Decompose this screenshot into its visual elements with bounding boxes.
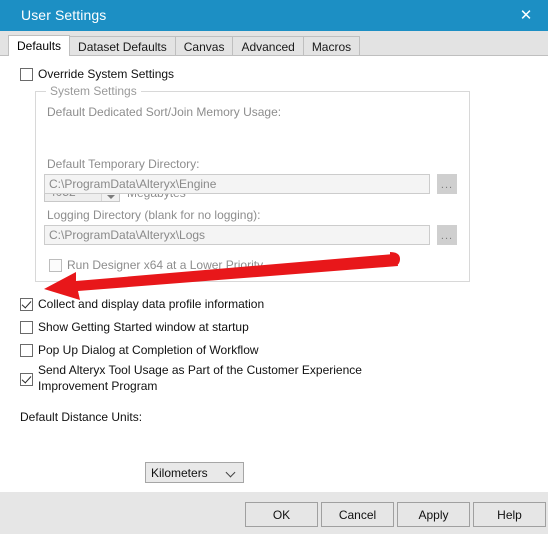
checkbox-popup-dialog-completion[interactable] bbox=[20, 344, 33, 357]
cancel-button[interactable]: Cancel bbox=[321, 502, 394, 527]
temp-directory-input[interactable]: C:\ProgramData\Alteryx\Engine bbox=[44, 174, 430, 194]
label-run-designer-lower-priority: Run Designer x64 at a Lower Priority bbox=[67, 258, 264, 272]
temp-directory-browse-button[interactable]: ... bbox=[437, 174, 457, 194]
checkbox-run-designer-lower-priority[interactable] bbox=[49, 259, 62, 272]
tab-strip: Defaults Dataset Defaults Canvas Advance… bbox=[0, 31, 548, 56]
spinner-down-icon bbox=[106, 194, 115, 199]
tab-advanced[interactable]: Advanced bbox=[232, 36, 304, 56]
label-override-system-settings: Override System Settings bbox=[38, 67, 175, 81]
tab-dataset-defaults[interactable]: Dataset Defaults bbox=[69, 36, 176, 56]
close-icon: ✕ bbox=[519, 6, 533, 24]
window-title: User Settings bbox=[21, 7, 107, 23]
user-settings-dialog: User Settings ✕ Defaults Dataset Default… bbox=[0, 0, 548, 534]
logging-directory-input[interactable]: C:\ProgramData\Alteryx\Logs bbox=[44, 225, 430, 245]
apply-button[interactable]: Apply bbox=[397, 502, 470, 527]
system-settings-group-label: System Settings bbox=[46, 84, 141, 98]
chevron-down-icon bbox=[227, 469, 236, 478]
label-logging-directory: Logging Directory (blank for no logging)… bbox=[47, 208, 261, 222]
label-temp-directory: Default Temporary Directory: bbox=[47, 157, 200, 171]
tab-macros[interactable]: Macros bbox=[302, 36, 361, 56]
label-memory-usage: Default Dedicated Sort/Join Memory Usage… bbox=[47, 105, 282, 119]
checkbox-override-system-settings[interactable] bbox=[20, 68, 33, 81]
checkbox-collect-data-profile[interactable] bbox=[20, 298, 33, 311]
label-popup-dialog-completion: Pop Up Dialog at Completion of Workflow bbox=[38, 343, 259, 357]
checkbox-show-getting-started[interactable] bbox=[20, 321, 33, 334]
checkbox-send-tool-usage[interactable] bbox=[20, 373, 33, 386]
label-show-getting-started: Show Getting Started window at startup bbox=[38, 320, 249, 334]
default-distance-units-select[interactable]: Kilometers bbox=[145, 462, 244, 483]
ok-button[interactable]: OK bbox=[245, 502, 318, 527]
title-bar: User Settings ✕ bbox=[0, 0, 548, 31]
default-distance-units-value: Kilometers bbox=[151, 466, 208, 480]
tab-defaults[interactable]: Defaults bbox=[8, 35, 71, 56]
tab-canvas[interactable]: Canvas bbox=[174, 36, 234, 56]
help-button[interactable]: Help bbox=[473, 502, 546, 527]
tab-content-defaults: Override System Settings System Settings… bbox=[0, 55, 548, 492]
label-collect-data-profile: Collect and display data profile informa… bbox=[38, 297, 265, 311]
label-send-tool-usage: Send Alteryx Tool Usage as Part of the C… bbox=[38, 363, 362, 393]
label-default-distance-units: Default Distance Units: bbox=[20, 410, 143, 424]
logging-directory-browse-button[interactable]: ... bbox=[437, 225, 457, 245]
close-button[interactable]: ✕ bbox=[504, 0, 548, 31]
